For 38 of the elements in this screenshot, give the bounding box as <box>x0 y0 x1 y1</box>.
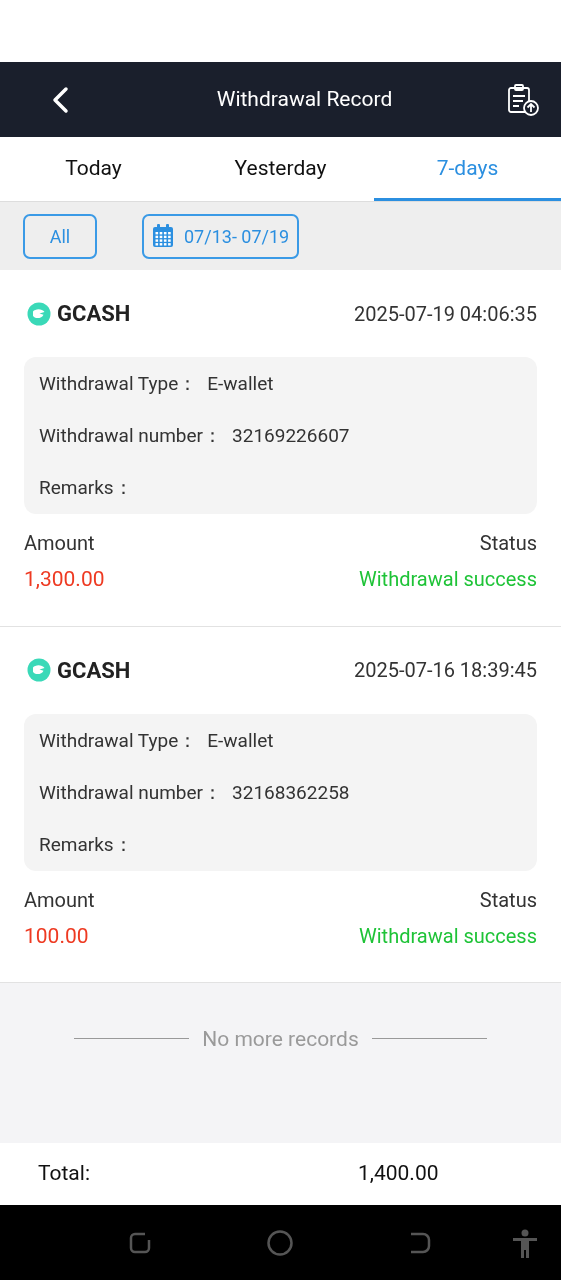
date-range-button[interactable]: 07/13- 07/19 <box>142 213 300 259</box>
total-value: 1,400.00 <box>358 1160 439 1188</box>
detail-label: Withdrawal number： <box>39 423 223 449</box>
home-icon[interactable] <box>267 1230 293 1256</box>
calendar-icon <box>152 224 174 248</box>
detail-label: Withdrawal Type： <box>39 727 198 754</box>
accessibility-icon[interactable] <box>512 1229 538 1259</box>
amount-label: Amount <box>24 530 95 557</box>
amount-value: 1,300.00 <box>24 566 105 593</box>
status-value: Withdrawal success <box>359 922 537 950</box>
detail-value: 32169226607 <box>232 423 350 449</box>
clipboard-upload-icon[interactable] <box>505 81 541 118</box>
detail-label: Withdrawal number： <box>39 779 223 806</box>
detail-value: E-wallet <box>207 371 274 397</box>
recent-apps-icon[interactable] <box>128 1231 152 1255</box>
amount-value: 100.00 <box>24 922 89 950</box>
detail-label: Withdrawal Type： <box>39 371 198 397</box>
wallet-logo-icon <box>27 658 51 682</box>
total-label: Total: <box>38 1160 91 1188</box>
payment-method: GCASH <box>57 300 131 328</box>
detail-label: Remarks： <box>39 475 133 501</box>
end-of-list-note: No more records <box>202 1026 359 1053</box>
detail-value: 32168362258 <box>232 779 350 806</box>
status-label: Status <box>479 886 537 914</box>
back-nav-icon[interactable] <box>408 1231 432 1255</box>
detail-label: Remarks： <box>39 831 133 858</box>
tab[interactable]: Today <box>0 137 187 201</box>
all-filter-button[interactable]: All <box>23 213 97 259</box>
tab[interactable]: Yesterday <box>187 137 374 201</box>
page-title: Withdrawal Record <box>216 85 393 113</box>
record-time: 2025-07-16 18:39:45 <box>353 657 537 684</box>
wallet-logo-icon <box>27 301 51 326</box>
detail-value: E-wallet <box>207 727 274 754</box>
record-time: 2025-07-19 04:06:35 <box>353 300 537 328</box>
status-value: Withdrawal success <box>359 566 537 593</box>
amount-label: Amount <box>24 886 95 914</box>
status-label: Status <box>479 530 537 557</box>
payment-method: GCASH <box>57 656 131 685</box>
